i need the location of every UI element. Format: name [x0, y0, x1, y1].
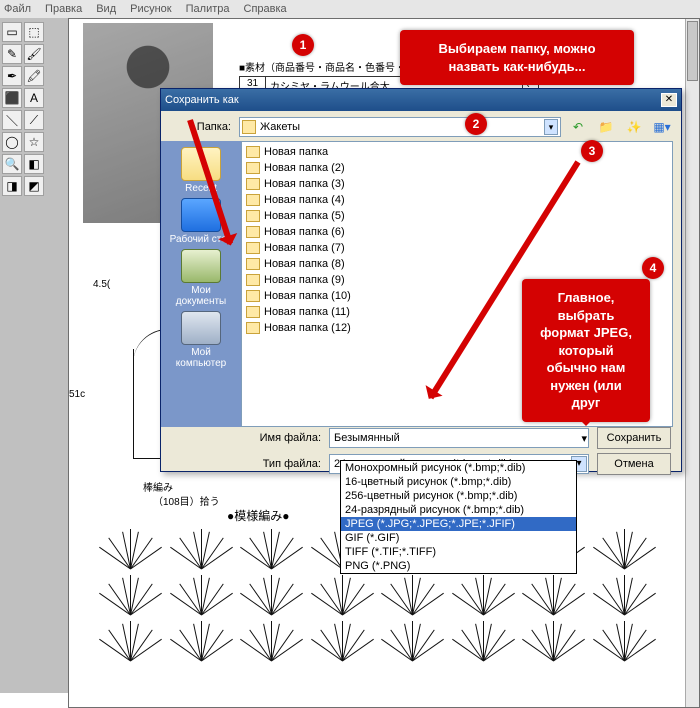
places-my-documents[interactable]: Мои документы — [165, 249, 237, 307]
folder-icon — [246, 194, 260, 206]
dim-2: 51c — [69, 389, 85, 400]
list-item-label: Новая папка (2) — [264, 162, 345, 174]
folder-combo[interactable]: Жакеты ▾ — [239, 117, 561, 137]
dropdown-option[interactable]: JPEG (*.JPG;*.JPEG;*.JPE;*.JFIF) — [341, 517, 576, 531]
folder-label: Папка: — [171, 121, 231, 133]
filename-label: Имя файла: — [251, 432, 321, 444]
tool-button[interactable]: ⬚ — [24, 22, 44, 42]
filename-input[interactable]: Безымянный▾ — [329, 428, 589, 448]
list-item-label: Новая папка (4) — [264, 194, 345, 206]
annotation-badge-3: 3 — [581, 140, 603, 162]
tool-button[interactable]: ⟋ — [24, 110, 44, 130]
folder-icon — [246, 290, 260, 302]
places-bar: Recent Рабочий стол Мои документы Мой ко… — [161, 141, 241, 427]
folder-icon — [242, 120, 256, 134]
dropdown-option[interactable]: Монохромный рисунок (*.bmp;*.dib) — [341, 461, 576, 475]
folder-icon — [246, 242, 260, 254]
tool-button[interactable]: ▭ — [2, 22, 22, 42]
tool-palette: ▭⬚✎🖌✒🖍⬛A＼⟋◯☆🔍◧◨◩ — [2, 22, 46, 196]
tool-button[interactable]: 🔍 — [2, 154, 22, 174]
folder-icon — [246, 258, 260, 270]
folder-icon — [246, 146, 260, 158]
list-item-label: Новая папка — [264, 146, 328, 158]
annotation-callout-1: Выбираем папку, можно назвать как-нибудь… — [400, 30, 634, 85]
filetype-label: Тип файла: — [251, 458, 321, 470]
tool-button[interactable]: ＼ — [2, 110, 22, 130]
folder-icon — [246, 162, 260, 174]
annotation-badge-2: 2 — [465, 113, 487, 135]
list-item[interactable]: Новая папка (7) — [244, 240, 670, 256]
vertical-scrollbar[interactable] — [685, 19, 699, 707]
tool-button[interactable]: 🖌 — [24, 44, 44, 64]
menubar: Файл Правка Вид Рисунок Палитра Справка — [0, 0, 700, 18]
dropdown-option[interactable]: GIF (*.GIF) — [341, 531, 576, 545]
list-item-label: Новая папка (5) — [264, 210, 345, 222]
menu-file[interactable]: Файл — [4, 3, 31, 15]
back-icon[interactable]: ↶ — [569, 118, 587, 136]
tool-button[interactable]: 🖍 — [24, 66, 44, 86]
list-item[interactable]: Новая папка (4) — [244, 192, 670, 208]
menu-palette[interactable]: Палитра — [186, 3, 230, 15]
list-item[interactable]: Новая папка (6) — [244, 224, 670, 240]
folder-icon — [246, 226, 260, 238]
menu-view[interactable]: Вид — [96, 3, 116, 15]
note-1: 棒編み — [143, 479, 173, 494]
places-my-computer[interactable]: Мой компьютер — [165, 311, 237, 369]
folder-icon — [246, 210, 260, 222]
folder-icon — [246, 306, 260, 318]
tool-button[interactable]: ✒ — [2, 66, 22, 86]
tool-button[interactable]: ◯ — [2, 132, 22, 152]
tool-button[interactable]: ☆ — [24, 132, 44, 152]
tool-button[interactable]: ◩ — [24, 176, 44, 196]
menu-picture[interactable]: Рисунок — [130, 3, 172, 15]
tool-button[interactable]: ✎ — [2, 44, 22, 64]
cancel-button[interactable]: Отмена — [597, 453, 671, 475]
pattern-title: ●模様編み● — [227, 507, 290, 524]
note-2: （108目）拾う — [153, 493, 220, 508]
list-item[interactable]: Новая папка (3) — [244, 176, 670, 192]
list-item[interactable]: Новая папка (8) — [244, 256, 670, 272]
dropdown-option[interactable]: 256-цветный рисунок (*.bmp;*.dib) — [341, 489, 576, 503]
tool-button[interactable]: ◨ — [2, 176, 22, 196]
dialog-title-text: Сохранить как — [165, 94, 239, 106]
folder-icon — [246, 322, 260, 334]
views-icon[interactable]: ▦▾ — [653, 118, 671, 136]
list-item-label: Новая папка (7) — [264, 242, 345, 254]
annotation-callout-2: Главное, выбрать формат JPEG, который об… — [522, 279, 650, 422]
tool-button[interactable]: ◧ — [24, 154, 44, 174]
new-folder-icon[interactable]: ✨ — [625, 118, 643, 136]
annotation-badge-1: 1 — [292, 34, 314, 56]
filetype-dropdown[interactable]: Монохромный рисунок (*.bmp;*.dib)16-цвет… — [340, 460, 577, 574]
dropdown-option[interactable]: TIFF (*.TIF;*.TIFF) — [341, 545, 576, 559]
dropdown-option[interactable]: 24-разрядный рисунок (*.bmp;*.dib) — [341, 503, 576, 517]
list-item[interactable]: Новая папка (2) — [244, 160, 670, 176]
list-item-label: Новая папка (3) — [264, 178, 345, 190]
dropdown-option[interactable]: PNG (*.PNG) — [341, 559, 576, 573]
save-button[interactable]: Сохранить — [597, 427, 671, 449]
dim-1: 4.5( — [93, 279, 110, 290]
list-item-label: Новая папка (12) — [264, 322, 351, 334]
menu-help[interactable]: Справка — [244, 3, 287, 15]
list-item-label: Новая папка (6) — [264, 226, 345, 238]
chevron-down-icon[interactable]: ▾ — [544, 119, 558, 135]
dropdown-option[interactable]: 16-цветный рисунок (*.bmp;*.dib) — [341, 475, 576, 489]
tool-button[interactable]: ⬛ — [2, 88, 22, 108]
up-folder-icon[interactable]: 📁 — [597, 118, 615, 136]
dialog-toolbar: ↶ 📁 ✨ ▦▾ — [569, 118, 671, 136]
folder-value: Жакеты — [260, 121, 300, 133]
list-item-label: Новая папка (8) — [264, 258, 345, 270]
list-item-label: Новая папка (10) — [264, 290, 351, 302]
folder-icon — [246, 274, 260, 286]
dialog-titlebar[interactable]: Сохранить как ✕ — [161, 89, 681, 111]
menu-edit[interactable]: Правка — [45, 3, 82, 15]
list-item[interactable]: Новая папка — [244, 144, 670, 160]
tool-button[interactable]: A — [24, 88, 44, 108]
list-item-label: Новая папка (11) — [264, 306, 350, 318]
list-item-label: Новая папка (9) — [264, 274, 345, 286]
close-icon[interactable]: ✕ — [661, 93, 677, 107]
folder-icon — [246, 178, 260, 190]
annotation-badge-4: 4 — [642, 257, 664, 279]
list-item[interactable]: Новая папка (5) — [244, 208, 670, 224]
